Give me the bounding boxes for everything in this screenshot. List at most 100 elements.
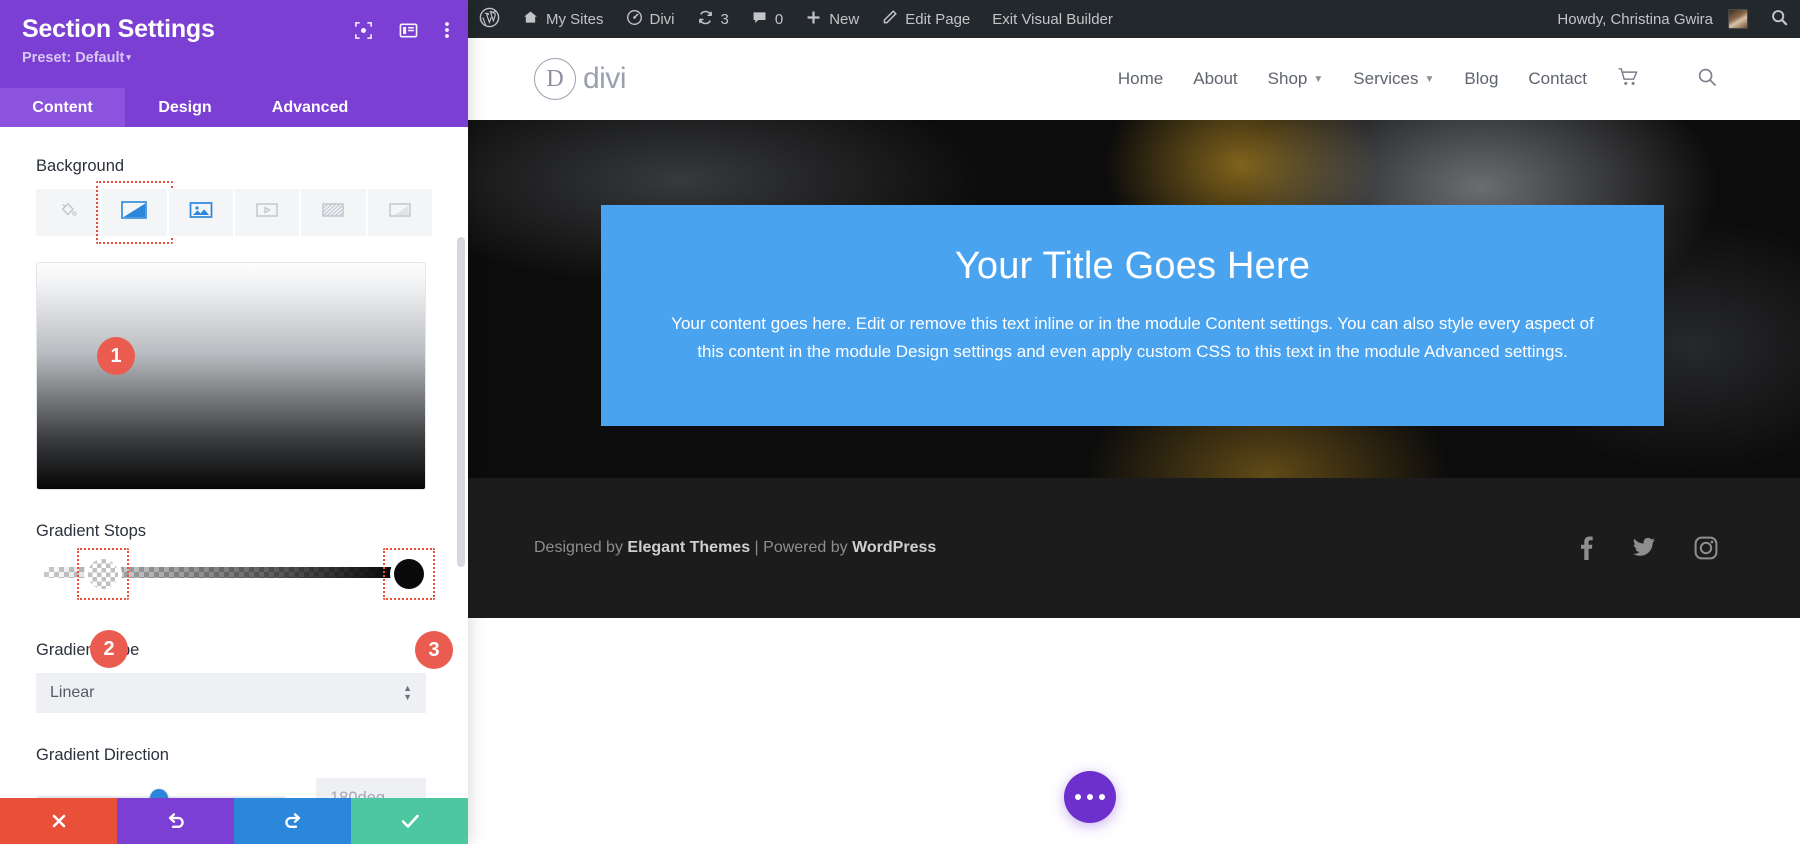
avatar <box>1728 9 1748 29</box>
divi-dashboard-icon <box>626 9 643 30</box>
tab-content[interactable]: Content <box>0 88 125 127</box>
chevron-down-icon: ▾ <box>126 51 131 62</box>
preset-label: Preset: Default <box>22 49 125 66</box>
gradient-direction-label: Gradient Direction <box>36 746 169 764</box>
gradient-stops-slider[interactable] <box>36 548 435 600</box>
edit-page-label: Edit Page <box>905 10 971 28</box>
settings-action-bar <box>0 798 468 844</box>
nav-item-contact[interactable]: Contact <box>1528 69 1587 89</box>
background-mask-icon <box>387 200 413 225</box>
tab-design[interactable]: Design <box>125 88 245 127</box>
background-color-icon <box>58 200 78 225</box>
divi-logo-mark: D <box>534 58 576 100</box>
facebook-icon[interactable] <box>1578 535 1594 561</box>
divi-logo-text: divi <box>583 62 627 95</box>
hero-body-text: Your content goes here. Edit or remove t… <box>671 314 1594 362</box>
background-video-icon <box>254 200 280 225</box>
nav-item-blog[interactable]: Blog <box>1464 69 1498 89</box>
updates-count: 3 <box>720 10 729 28</box>
settings-panel-header: Section Settings Preset: Default ▾ <box>0 0 468 88</box>
nav-item-home[interactable]: Home <box>1118 69 1163 89</box>
plus-icon <box>805 9 822 30</box>
footer-prefix: Designed by <box>534 539 628 556</box>
background-type-tabs <box>36 181 432 244</box>
howdy-item[interactable]: Howdy, Christina Gwira <box>1546 0 1759 38</box>
search-icon[interactable] <box>1696 66 1718 93</box>
background-color-tab[interactable] <box>36 189 101 236</box>
site-logo[interactable]: D divi <box>534 58 627 100</box>
footer-social-links <box>1578 535 1718 561</box>
background-image-icon <box>188 200 214 225</box>
chevron-down-icon: ▼ <box>1313 73 1324 85</box>
nav-item-services[interactable]: Services ▼ <box>1353 69 1434 89</box>
my-sites-item[interactable]: My Sites <box>511 0 615 38</box>
settings-tabs: Content Design Advanced <box>0 88 468 127</box>
visual-builder-menu-button[interactable] <box>1064 771 1116 823</box>
instagram-icon[interactable] <box>1694 536 1718 560</box>
nav-label: Home <box>1117 69 1164 88</box>
more-vertical-icon[interactable] <box>444 20 450 40</box>
exit-visual-builder-item[interactable]: Exit Visual Builder <box>981 0 1124 38</box>
gradient-type-value: Linear <box>50 684 95 701</box>
gradient-preview[interactable] <box>36 262 426 490</box>
dot <box>1099 794 1105 800</box>
footer-middle: Powered by <box>763 539 853 556</box>
nav-label: About <box>1193 69 1238 88</box>
undo-button[interactable] <box>117 798 234 844</box>
admin-search-item[interactable] <box>1759 0 1800 38</box>
new-label: New <box>829 10 860 28</box>
site-footer: Designed by Elegant Themes | Powered by … <box>468 478 1800 618</box>
updates-icon <box>697 9 714 30</box>
callout-badge-1: 1 <box>97 337 135 375</box>
background-pattern-icon <box>320 200 346 225</box>
dot <box>1087 794 1093 800</box>
redo-button[interactable] <box>234 798 351 844</box>
search-icon <box>1770 8 1789 31</box>
background-mask-tab[interactable] <box>367 189 432 236</box>
new-item[interactable]: New <box>794 0 870 38</box>
background-gradient-icon <box>121 200 148 225</box>
tab-advanced[interactable]: Advanced <box>245 88 375 127</box>
site-header: D divi Home About Shop ▼ Services ▼ Blog C… <box>468 38 1800 120</box>
admin-bar-right: Howdy, Christina Gwira <box>1546 0 1800 38</box>
comments-item[interactable]: 0 <box>740 0 794 38</box>
hero-text-module[interactable]: Your Title Goes Here Your content goes h… <box>601 205 1664 426</box>
nav-item-shop[interactable]: Shop ▼ <box>1268 69 1324 89</box>
divi-label: Divi <box>649 10 675 28</box>
gradient-type-select[interactable]: Linear ▲ ▼ <box>36 673 426 713</box>
comments-icon <box>751 9 768 30</box>
gradient-stop-black-handle[interactable] <box>383 548 435 600</box>
exit-visual-builder-label: Exit Visual Builder <box>992 10 1113 28</box>
background-pattern-tab[interactable] <box>301 189 366 236</box>
gradient-stop-transparent-handle[interactable] <box>77 548 129 600</box>
twitter-icon[interactable] <box>1632 537 1656 559</box>
my-sites-icon <box>522 9 539 30</box>
footer-separator: | <box>750 539 764 556</box>
background-video-tab[interactable] <box>234 189 300 236</box>
hero-title: Your Title Goes Here <box>954 245 1311 287</box>
footer-platform-link[interactable]: WordPress <box>852 539 936 556</box>
footer-credit: Designed by Elegant Themes | Powered by … <box>534 539 936 557</box>
background-image-tab[interactable] <box>168 189 233 236</box>
updates-item[interactable]: 3 <box>686 0 740 38</box>
my-sites-label: My Sites <box>546 10 604 28</box>
pencil-icon <box>881 9 898 30</box>
wordpress-preview-area: My Sites Divi 3 0 New Edit Page Exit Vis… <box>468 0 1800 844</box>
hero-section[interactable]: Your Title Goes Here Your content goes h… <box>468 120 1800 495</box>
save-button[interactable] <box>351 798 468 844</box>
preset-selector[interactable]: Preset: Default ▾ <box>22 50 446 66</box>
background-gradient-tab[interactable] <box>96 181 174 244</box>
primary-navigation: Home About Shop ▼ Services ▼ Blog Contact <box>1118 66 1718 93</box>
nav-label: Contact <box>1528 69 1587 88</box>
settings-header-icon-group <box>354 20 450 40</box>
nav-item-about[interactable]: About <box>1193 69 1237 89</box>
footer-brand-link[interactable]: Elegant Themes <box>627 539 750 556</box>
divi-item[interactable]: Divi <box>615 0 686 38</box>
wordpress-logo-icon <box>479 7 500 32</box>
focus-icon[interactable] <box>354 21 373 40</box>
cancel-button[interactable] <box>0 798 117 844</box>
shopping-cart-icon[interactable] <box>1617 67 1640 92</box>
wordpress-logo-item[interactable] <box>468 0 511 38</box>
layout-panel-icon[interactable] <box>399 21 418 40</box>
edit-page-item[interactable]: Edit Page <box>870 0 981 38</box>
